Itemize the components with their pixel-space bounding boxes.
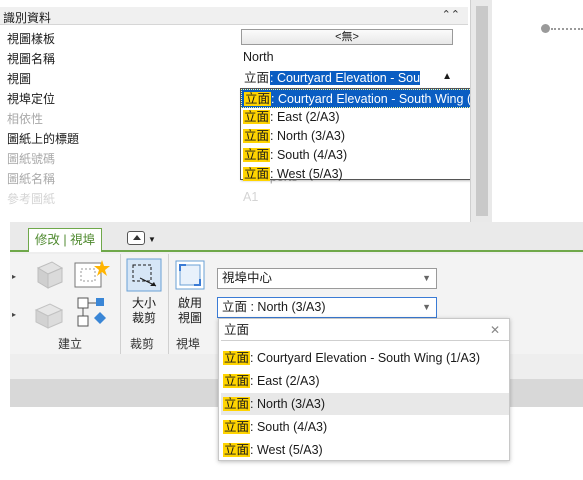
properties-scrollbar[interactable] [470, 0, 492, 222]
property-label: 圖紙號碼 [7, 152, 56, 166]
option-text: : South (4/A3) [250, 420, 328, 434]
cube-icon[interactable] [32, 258, 66, 290]
property-label: 視圖名稱 [7, 52, 56, 66]
view-option[interactable]: 立面: West (5/A3) [221, 439, 509, 461]
group-label-create: 建立 [58, 337, 83, 351]
property-label: 相依性 [7, 112, 44, 126]
chevron-down-icon[interactable]: ▼ [422, 298, 431, 317]
view-dropdown-list: 立面: Courtyard Elevation - South Wing (1/… [240, 88, 470, 181]
chevron-up-icon[interactable]: ▲ [442, 71, 452, 82]
option-text: : North (3/A3) [250, 397, 326, 411]
option-keyword: 立面 [243, 129, 271, 143]
view-option[interactable]: 立面: West (5/A3) [241, 165, 470, 184]
option-keyword: 立面 [223, 374, 251, 388]
property-label: 視埠定位 [7, 92, 56, 106]
option-text: : East (2/A3) [250, 374, 320, 388]
view-keyword: 立面 [243, 71, 271, 85]
view-select[interactable]: 立面: Courtyard Elevation - Sou ▲ [241, 68, 455, 88]
view-search-input[interactable]: 立面 ✕ [221, 321, 509, 341]
property-row-view-template: 視圖樣板 <無> [0, 27, 468, 47]
search-text: 立面 [224, 323, 250, 337]
crop-size-button-label[interactable]: 大小 裁剪 [124, 296, 164, 326]
option-keyword: 立面 [223, 420, 251, 434]
activate-view-button-label[interactable]: 啟用 視圖 [170, 296, 210, 326]
expand-arrow-icon[interactable]: ▸ [12, 272, 16, 281]
property-row-view-name: 視圖名稱 North [0, 47, 468, 67]
option-keyword: 立面 [243, 110, 271, 124]
clear-search-icon[interactable]: ✕ [490, 321, 500, 339]
view-selected-text: : Courtyard Elevation - Sou [270, 71, 421, 85]
panel-toggle-icon [127, 231, 145, 245]
chevron-down-icon: ▼ [148, 235, 156, 244]
option-text: : Courtyard Elevation - South Wing (1/A3… [250, 351, 480, 365]
view-option[interactable]: 立面: North (3/A3) [221, 393, 509, 415]
property-label: 視圖 [7, 72, 32, 86]
ribbon-tab-bar: 修改 | 視埠 ▼ [10, 222, 583, 252]
align-shapes-icon[interactable] [74, 294, 114, 330]
new-view-icon[interactable] [72, 257, 112, 291]
view-select-combo[interactable]: 立面 : North (3/A3) ▼ [217, 297, 437, 318]
panel-display-toggle[interactable]: ▼ [127, 231, 159, 247]
view-option[interactable]: 立面: East (2/A3) [241, 108, 470, 127]
group-label-viewport: 視埠 [176, 337, 201, 351]
option-text: : Courtyard Elevation - South Wing (1/A3… [271, 92, 470, 106]
properties-palette: 識別資料 ⌃⌃ 視圖樣板 <無> 視圖名稱 North 視圖 立面: Court… [0, 0, 470, 222]
group-label-crop: 裁剪 [130, 337, 155, 351]
identity-data-header[interactable]: 識別資料 ⌃⌃ [0, 7, 468, 25]
option-keyword: 立面 [223, 443, 251, 457]
expand-arrow-icon[interactable]: ▸ [12, 310, 16, 319]
option-text: : West (5/A3) [250, 443, 323, 457]
option-text: : West (5/A3) [270, 167, 343, 181]
view-search-dropdown: 立面 ✕ 立面: Courtyard Elevation - South Win… [218, 318, 510, 461]
option-text: : North (3/A3) [270, 129, 346, 143]
view-template-button[interactable]: <無> [241, 29, 453, 45]
referencing-sheet-value: A1 [243, 190, 259, 204]
property-row-referencing-sheet: 參考圖紙 A1 [0, 187, 468, 207]
collapse-icon[interactable]: ⌃⌃ [442, 8, 460, 21]
duplicate-view-icon[interactable] [32, 296, 72, 330]
view-option[interactable]: 立面: North (3/A3) [241, 127, 470, 146]
tab-modify-viewport[interactable]: 修改 | 視埠 [28, 228, 102, 252]
option-text: : South (4/A3) [270, 148, 348, 162]
group-separator [168, 254, 169, 354]
option-keyword: 立面 [243, 148, 271, 162]
view-option[interactable]: 立面: East (2/A3) [221, 370, 509, 392]
option-keyword: 立面 [223, 351, 251, 365]
section-title: 識別資料 [3, 11, 52, 25]
connector-dots-icon [541, 23, 583, 35]
view-option[interactable]: 立面: Courtyard Elevation - South Wing (1/… [221, 347, 509, 369]
option-text: : East (2/A3) [270, 110, 340, 124]
crop-size-icon[interactable] [126, 258, 162, 292]
label-position-select[interactable]: 視埠中心 ▼ [217, 268, 437, 289]
label-position-value: 視埠中心 [222, 271, 273, 285]
view-name-value[interactable]: North [243, 50, 274, 64]
view-option[interactable]: 立面: South (4/A3) [241, 146, 470, 165]
view-option[interactable]: 立面: Courtyard Elevation - South Wing (1/… [241, 89, 470, 108]
property-label: 圖紙名稱 [7, 172, 56, 186]
scrollbar-thumb[interactable] [476, 6, 488, 216]
property-label: 圖紙上的標題 [7, 132, 80, 146]
property-label: 視圖樣板 [7, 32, 56, 46]
option-keyword: 立面 [243, 167, 271, 181]
view-option[interactable]: 立面: South (4/A3) [221, 416, 509, 438]
chevron-down-icon[interactable]: ▼ [422, 269, 431, 288]
option-keyword: 立面 [223, 397, 251, 411]
property-label: 參考圖紙 [7, 192, 56, 206]
option-keyword: 立面 [244, 92, 272, 106]
view-select-value: 立面 : North (3/A3) [222, 300, 326, 314]
activate-view-icon[interactable] [174, 259, 206, 291]
group-separator [120, 254, 121, 354]
